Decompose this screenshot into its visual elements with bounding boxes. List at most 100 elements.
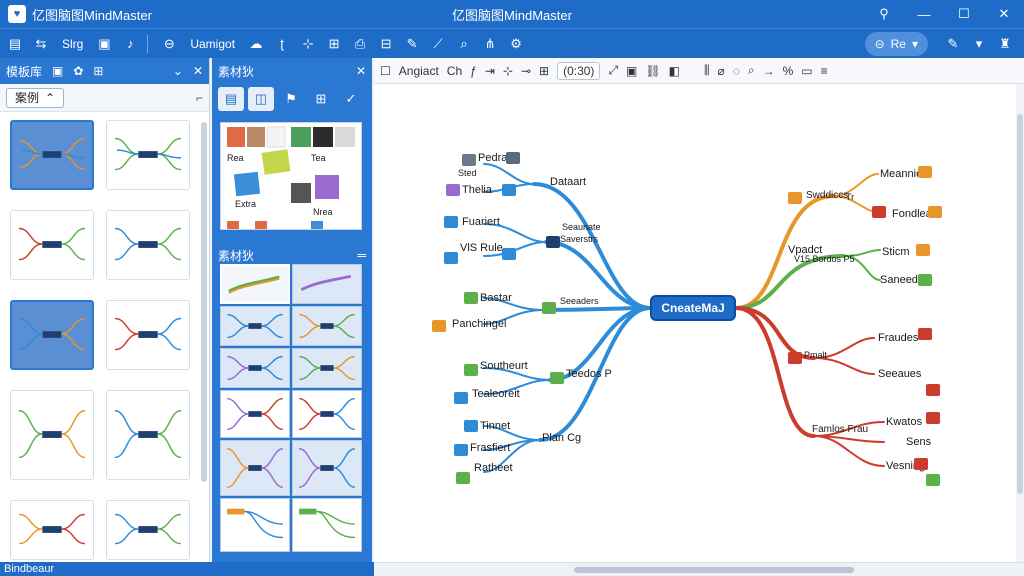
material-item[interactable]: [220, 264, 290, 304]
topic-label[interactable]: V15 Bordos P5: [794, 254, 855, 264]
material-item[interactable]: [220, 498, 290, 552]
topic-label[interactable]: Pmalt: [804, 350, 827, 360]
arrow-icon[interactable]: →: [763, 64, 775, 78]
new-file-icon[interactable]: ▤: [4, 32, 26, 56]
add-topic-icon[interactable]: ⊹: [503, 64, 513, 78]
topic-label[interactable]: Tinnet: [480, 420, 510, 432]
topic-label[interactable]: Tealeoreit: [472, 388, 520, 400]
pen-icon[interactable]: ✎: [401, 32, 423, 56]
percent-icon[interactable]: %: [783, 64, 794, 78]
topic-label[interactable]: Ratheet: [474, 462, 513, 474]
template-thumbnail[interactable]: [10, 390, 94, 480]
connector-icon[interactable]: ⇥: [485, 64, 495, 78]
link-icon[interactable]: ⛓: [645, 64, 660, 78]
brush-icon[interactable]: ⟋: [427, 32, 449, 56]
canvas-horizontal-scrollbar[interactable]: [374, 562, 1024, 576]
layout-icon[interactable]: ⫼: [704, 63, 710, 78]
palette-icon[interactable]: ✿: [73, 64, 83, 78]
chevron-down-icon[interactable]: ⌄: [173, 64, 183, 78]
theme-button[interactable]: ⊝ Re ▾: [864, 32, 928, 56]
grid-icon[interactable]: ⊞: [93, 64, 103, 78]
tab-grid[interactable]: ⊞: [308, 87, 334, 111]
upgrade-button[interactable]: Uamigot: [184, 32, 241, 56]
topic-label[interactable]: Fuariert: [462, 216, 500, 228]
mindmap-canvas[interactable]: CneateMaJ Pedra Sted Thelia Fuariert VlS…: [374, 84, 1024, 562]
text-format-icon[interactable]: ʈ: [271, 32, 293, 56]
collapse-icon[interactable]: ═: [357, 248, 366, 262]
topic-label[interactable]: Tr: [846, 192, 854, 202]
search-icon[interactable]: ⌕: [453, 32, 475, 56]
user-icon[interactable]: ♜: [994, 32, 1016, 56]
material-item[interactable]: [220, 348, 290, 388]
templates-scrollbar[interactable]: [201, 122, 207, 482]
notes-icon[interactable]: ◌: [733, 64, 740, 78]
cloud-icon[interactable]: ☁: [245, 32, 267, 56]
template-thumbnail[interactable]: [10, 210, 94, 280]
tab-check[interactable]: ✓: [338, 87, 364, 111]
material-item[interactable]: [292, 348, 362, 388]
layout-icon[interactable]: ⊹: [297, 32, 319, 56]
topic-label[interactable]: Teedos P: [566, 368, 612, 380]
topic-label[interactable]: Swddiccs: [806, 190, 848, 201]
topic-label[interactable]: Kwatos: [886, 416, 922, 428]
mark-icon[interactable]: ◧: [669, 64, 680, 78]
topic-label[interactable]: Saneed: [880, 274, 918, 286]
template-thumbnail[interactable]: [106, 210, 190, 280]
topic-label[interactable]: Southeurt: [480, 360, 528, 372]
topic-label[interactable]: Sted: [458, 168, 477, 178]
export-icon[interactable]: ⊟: [375, 32, 397, 56]
topic-label[interactable]: Fraudes: [878, 332, 918, 344]
chevron-down-icon[interactable]: ▾: [968, 32, 990, 56]
topic-label[interactable]: Seeaues: [878, 368, 921, 380]
edit-icon[interactable]: ✎: [942, 32, 964, 56]
expand-icon[interactable]: ⤢: [608, 63, 618, 78]
topic-label[interactable]: Dataart: [550, 176, 586, 188]
text-icon[interactable]: ▭: [801, 64, 812, 78]
windows-icon[interactable]: ⊞: [539, 64, 549, 78]
material-item[interactable]: [292, 264, 362, 304]
close-icon[interactable]: ✕: [193, 64, 203, 78]
tag-icon[interactable]: ⌀: [718, 64, 725, 78]
grid-icon[interactable]: ⊞: [323, 32, 345, 56]
scroll-thumb[interactable]: [1017, 114, 1023, 494]
central-topic[interactable]: CneateMaJ: [650, 295, 736, 321]
settings-icon[interactable]: ⚙: [505, 32, 527, 56]
canvas-vertical-scrollbar[interactable]: [1016, 84, 1024, 562]
topic-label[interactable]: Saverstrs: [560, 234, 598, 244]
template-thumbnail[interactable]: [106, 390, 190, 480]
tab-clipart[interactable]: ▤: [218, 87, 244, 111]
fullscreen-icon[interactable]: ⌐: [196, 91, 203, 105]
topic-label[interactable]: Seeaders: [560, 296, 599, 306]
material-item[interactable]: [292, 306, 362, 346]
canvas-toolbar-label[interactable]: Ch: [447, 64, 462, 78]
audio-icon[interactable]: ♪: [119, 32, 141, 56]
template-thumbnail[interactable]: [10, 120, 94, 190]
scroll-thumb[interactable]: [574, 567, 854, 573]
topic-label[interactable]: Panchingel: [452, 318, 506, 330]
tab-flags[interactable]: ⚑: [278, 87, 304, 111]
font-icon[interactable]: ƒ: [470, 64, 477, 78]
material-item[interactable]: [220, 390, 290, 438]
topic-label[interactable]: Seaunate: [562, 222, 601, 232]
template-thumbnail[interactable]: [106, 120, 190, 190]
topic-label[interactable]: VlS Rule: [460, 242, 503, 254]
topic-label[interactable]: Sens: [906, 436, 931, 448]
zoom-level[interactable]: (0:30): [557, 61, 601, 80]
menu-icon[interactable]: ≡: [821, 64, 828, 78]
template-thumbnail[interactable]: [106, 300, 190, 370]
material-item[interactable]: [220, 306, 290, 346]
material-item[interactable]: [292, 440, 362, 496]
template-thumbnail[interactable]: [10, 300, 94, 370]
material-item[interactable]: [220, 440, 290, 496]
category-filter[interactable]: 案例 ⌃: [6, 87, 65, 108]
canvas-toolbar-label[interactable]: Angiact: [399, 64, 439, 78]
checkbox-icon[interactable]: ☐: [380, 64, 391, 78]
pin-icon[interactable]: ⚲: [864, 0, 904, 28]
topic-label[interactable]: Bastar: [480, 292, 512, 304]
topic-label[interactable]: Frasfiert: [470, 442, 510, 454]
minimize-button[interactable]: —: [904, 0, 944, 28]
print-icon[interactable]: ⎙: [349, 32, 371, 56]
image-icon[interactable]: ▣: [626, 64, 637, 78]
clipart-preview[interactable]: Rea Tea Extra Nrea: [220, 122, 362, 230]
close-icon[interactable]: ✕: [356, 64, 366, 78]
